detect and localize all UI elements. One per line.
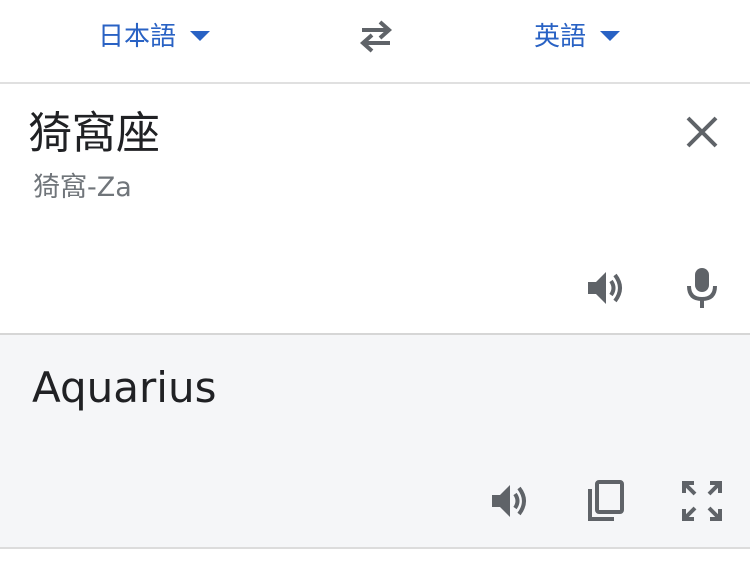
swap-languages-button[interactable] [352, 14, 400, 58]
copy-icon [588, 480, 624, 521]
translation-text: Aquarius [32, 363, 217, 412]
bottom-strip [0, 549, 750, 573]
chevron-down-icon [600, 31, 621, 41]
speaker-icon [588, 272, 622, 304]
copy-button[interactable] [582, 477, 630, 525]
source-input-area[interactable]: 猗窩座 猗窩-Za [0, 84, 750, 335]
result-speak-button[interactable] [486, 477, 534, 525]
translate-app: 日本語 英語 猗窩座 猗窩-Za Aquarius [0, 0, 750, 573]
microphone-icon [687, 268, 717, 308]
language-bar: 日本語 英語 [0, 0, 750, 84]
source-language-label: 日本語 [98, 21, 177, 52]
source-text[interactable]: 猗窩座 [28, 106, 160, 162]
target-language-label: 英語 [534, 21, 587, 52]
close-icon [686, 116, 718, 148]
target-language-selector[interactable]: 英語 [534, 14, 621, 54]
swap-arrows-icon [359, 20, 393, 53]
fullscreen-icon [682, 481, 722, 521]
source-language-selector[interactable]: 日本語 [98, 14, 211, 54]
chevron-down-icon [190, 31, 211, 41]
speaker-icon [492, 485, 526, 517]
source-transliteration: 猗窩-Za [33, 172, 132, 203]
fullscreen-button[interactable] [678, 477, 726, 525]
microphone-button[interactable] [678, 264, 726, 312]
clear-button[interactable] [678, 108, 726, 156]
source-speak-button[interactable] [582, 264, 630, 312]
translation-result-area: Aquarius [0, 335, 750, 549]
